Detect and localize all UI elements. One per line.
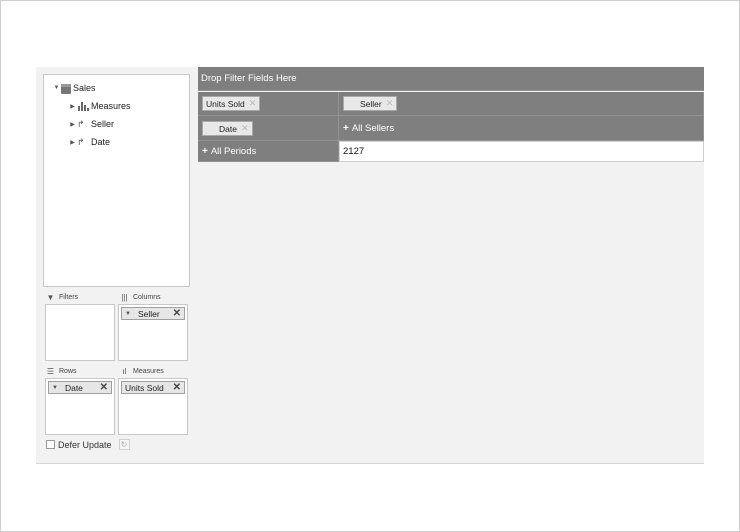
filters-zone-title: ▼ Filters — [46, 292, 79, 302]
field-list: ▼ Sales ▶ Measures ▶ ↱ Seller ▶ ↱ Date — [43, 74, 190, 287]
columns-icon: ||| — [121, 292, 128, 302]
dropdown-triangle-icon[interactable]: ▼ — [125, 311, 131, 317]
cube-icon — [61, 83, 71, 94]
defer-update-checkbox[interactable] — [46, 440, 55, 449]
caret-right-icon[interactable]: ▶ — [68, 121, 77, 128]
tree-label-date: Date — [91, 137, 111, 147]
all-sellers-member[interactable]: + All Sellers — [343, 121, 394, 136]
row-chip-label: Date — [219, 123, 237, 134]
rows-drop-zone[interactable]: ▼ Date ✕ — [45, 378, 115, 435]
tree-node-date[interactable]: ▶ ↱ Date — [68, 135, 110, 149]
measure-chip[interactable]: Units Sold ✕ — [202, 96, 261, 111]
row-member-cell: + All Periods — [198, 141, 339, 162]
tree-node-measures[interactable]: ▶ Measures — [68, 99, 131, 113]
row-header-cell: Date ✕ — [198, 116, 339, 141]
drop-filter-label: Drop Filter Fields Here — [201, 73, 297, 84]
measures-field-chip[interactable]: Units Sold ✕ — [121, 381, 185, 394]
measures-drop-zone[interactable]: Units Sold ✕ — [118, 378, 188, 435]
close-icon[interactable]: ✕ — [241, 123, 249, 134]
row-field-chip[interactable]: Date ✕ — [202, 121, 253, 136]
drop-filter-header[interactable]: Drop Filter Fields Here — [198, 67, 704, 91]
all-periods-label: All Periods — [210, 146, 257, 157]
refresh-icon[interactable]: ↻ — [118, 439, 130, 450]
tree-label-seller: Seller — [91, 119, 115, 129]
hierarchy-icon: ↱ — [77, 137, 85, 147]
close-icon[interactable]: ✕ — [173, 308, 181, 319]
chip-label: Seller — [137, 308, 160, 319]
measure-header-cell: Units Sold ✕ — [198, 92, 339, 116]
defer-update: Defer Update ↻ — [46, 439, 130, 450]
all-periods-member[interactable]: + All Periods — [202, 144, 256, 159]
all-sellers-label: All Sellers — [351, 123, 395, 134]
measure-chip-label: Units Sold — [206, 98, 245, 109]
columns-zone-title: ||| Columns — [120, 292, 161, 302]
rows-field-chip[interactable]: ▼ Date ✕ — [48, 381, 112, 394]
close-icon[interactable]: ✕ — [173, 382, 181, 393]
tree-node-seller[interactable]: ▶ ↱ Seller — [68, 117, 114, 131]
caret-down-icon[interactable]: ▼ — [52, 85, 61, 91]
expand-plus-icon[interactable]: + — [202, 146, 208, 157]
close-icon[interactable]: ✕ — [386, 98, 394, 109]
tree-label-sales: Sales — [73, 83, 96, 93]
filter-icon: ▼ — [46, 292, 55, 302]
column-field-chip[interactable]: Seller ✕ — [343, 96, 398, 111]
hierarchy-icon: ↱ — [77, 119, 85, 129]
close-icon[interactable]: ✕ — [249, 98, 257, 109]
expand-plus-icon[interactable]: + — [343, 123, 349, 134]
columns-label: Columns — [133, 293, 161, 301]
filters-label: Filters — [59, 293, 79, 301]
caret-right-icon[interactable]: ▶ — [68, 139, 77, 146]
measures-label: Measures — [133, 367, 164, 375]
bar-chart-icon: ıl — [122, 366, 127, 376]
dropdown-triangle-icon[interactable]: ▼ — [52, 385, 58, 391]
rows-zone-title: ☰ Rows — [46, 366, 77, 376]
filters-drop-zone[interactable] — [45, 304, 115, 361]
tree-node-sales[interactable]: ▼ Sales — [52, 81, 96, 95]
value-cell[interactable]: 2127 — [339, 141, 704, 162]
columns-drop-zone[interactable]: ▼ Seller ✕ — [118, 304, 188, 361]
measures-zone-title: ıl Measures — [120, 366, 164, 376]
rows-label: Rows — [59, 367, 77, 375]
value-cell-label: 2127 — [343, 146, 365, 157]
column-header-cell: Seller ✕ — [339, 92, 704, 116]
columns-field-chip[interactable]: ▼ Seller ✕ — [121, 307, 185, 320]
column-member-cell: + All Sellers — [339, 116, 704, 141]
measures-icon — [77, 100, 89, 112]
rows-icon: ☰ — [46, 366, 55, 376]
tree-label-measures: Measures — [91, 101, 131, 111]
caret-right-icon[interactable]: ▶ — [68, 103, 77, 110]
column-chip-label: Seller — [360, 98, 382, 109]
defer-update-label: Defer Update — [58, 439, 112, 450]
chip-label: Units Sold — [125, 382, 164, 393]
chip-label: Date — [64, 382, 83, 393]
close-icon[interactable]: ✕ — [100, 382, 108, 393]
